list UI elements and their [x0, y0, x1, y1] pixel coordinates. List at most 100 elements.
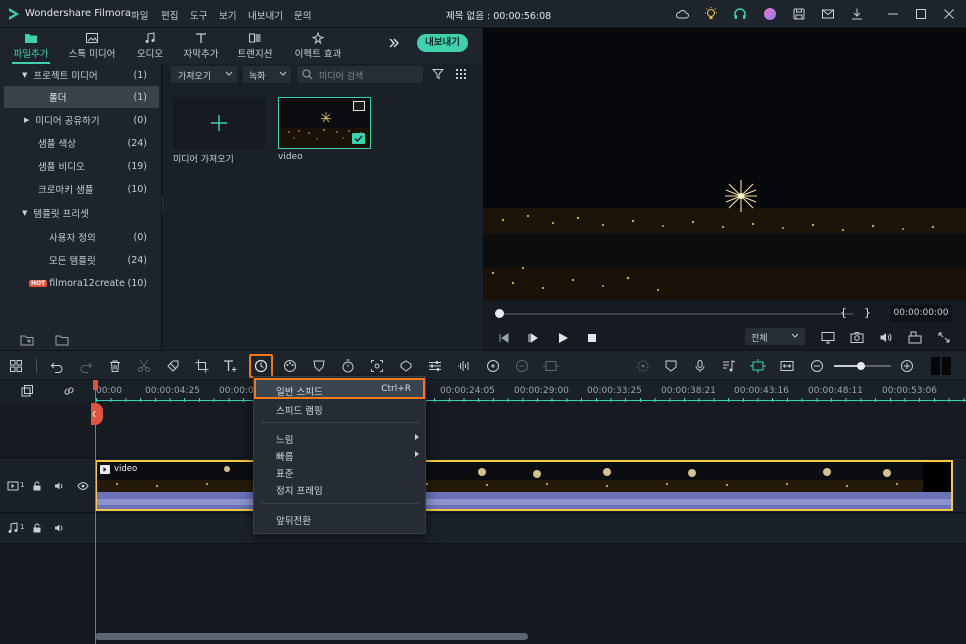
tab-effects[interactable]: 이펙트 효과: [290, 30, 346, 62]
volume-icon[interactable]: [879, 331, 893, 344]
playhead-marker[interactable]: [91, 403, 103, 425]
tab-transitions[interactable]: 트랜지션: [232, 30, 278, 62]
menu-item-freeze-frame[interactable]: 정지 프레임: [254, 480, 425, 498]
lock-icon[interactable]: [32, 481, 42, 491]
horizontal-scrollbar[interactable]: [95, 633, 528, 640]
fullscreen-icon[interactable]: [937, 331, 951, 344]
delete-trash-icon[interactable]: [106, 357, 124, 375]
folder-outline-icon[interactable]: [55, 334, 69, 346]
undo-icon[interactable]: [48, 357, 66, 375]
scissors-split-icon[interactable]: [135, 357, 153, 375]
menu-view[interactable]: 보기: [219, 8, 236, 22]
auto-reframe-icon[interactable]: [368, 357, 386, 375]
mail-icon[interactable]: [821, 7, 835, 21]
menu-item-uniform-speed[interactable]: 일반 스피드 Ctrl+R: [254, 378, 425, 399]
menu-item-speed-ramping[interactable]: 스피드 램핑: [254, 400, 425, 418]
sidebar-item-sample-video[interactable]: 샘플 비디오 (19): [4, 155, 159, 177]
text-edit-icon[interactable]: [222, 357, 240, 375]
avatar-icon[interactable]: [763, 7, 777, 21]
speaker-icon[interactable]: [54, 523, 64, 533]
save-icon[interactable]: [792, 7, 806, 21]
crop-icon[interactable]: [193, 357, 211, 375]
tab-titles[interactable]: 자막추가: [178, 30, 224, 62]
camera-snapshot-icon[interactable]: [850, 331, 864, 344]
play-step-icon[interactable]: [527, 332, 539, 344]
speaker-icon[interactable]: [54, 481, 64, 491]
menu-item-normal[interactable]: 표준: [254, 463, 425, 481]
zoom-in-icon[interactable]: [898, 357, 916, 375]
minimize-icon[interactable]: [886, 7, 900, 21]
sidebar-item-all-templates[interactable]: 모든 템플릿 (24): [4, 249, 159, 271]
link-icon[interactable]: [62, 384, 76, 398]
audio-waveform-icon[interactable]: [455, 357, 473, 375]
media-search-input[interactable]: 미디어 검색: [297, 66, 423, 83]
eye-icon[interactable]: [77, 481, 89, 491]
motion-tracking-icon[interactable]: [484, 357, 502, 375]
mark-in-button[interactable]: {: [840, 306, 847, 319]
tab-import[interactable]: 파일추가: [8, 30, 54, 62]
close-icon[interactable]: [942, 7, 956, 21]
import-media-tile[interactable]: [173, 97, 265, 149]
bulb-icon[interactable]: [704, 7, 718, 21]
tab-stock-media[interactable]: 스톡 미디어: [62, 30, 122, 62]
menu-item-fast[interactable]: 빠름: [254, 446, 425, 464]
tag-mask-icon[interactable]: [397, 357, 415, 375]
play-icon[interactable]: [557, 332, 569, 344]
tag-label-icon[interactable]: [164, 357, 182, 375]
prev-frame-icon[interactable]: [498, 332, 510, 344]
lock-icon[interactable]: [32, 523, 42, 533]
adjust-sliders-icon[interactable]: [426, 357, 444, 375]
menu-export[interactable]: 내보내기: [248, 8, 283, 22]
maximize-icon[interactable]: [914, 7, 928, 21]
color-palette-icon[interactable]: [281, 357, 299, 375]
grid-layout-icon[interactable]: [7, 357, 25, 375]
menu-file[interactable]: 파일: [131, 8, 148, 22]
menu-item-reverse[interactable]: 앞뒤전환: [254, 510, 425, 528]
snap-magnet-icon[interactable]: [749, 357, 767, 375]
microphone-icon[interactable]: [691, 357, 709, 375]
speed-clock-icon[interactable]: [252, 357, 270, 375]
sidebar-item-sample-colors[interactable]: 샘플 색상 (24): [4, 132, 159, 154]
headset-icon[interactable]: [733, 7, 747, 21]
menu-edit[interactable]: 편집: [161, 8, 178, 22]
ai-portrait-icon[interactable]: [310, 357, 328, 375]
grid-view-icon[interactable]: [455, 68, 467, 80]
sidebar-item-filmora12create[interactable]: HOT filmora12create (10): [4, 272, 159, 294]
sidebar-item-template-presets[interactable]: ▼ 템플릿 프리셋: [4, 202, 159, 224]
sidebar-item-folder[interactable]: 폴더 (1): [4, 86, 159, 108]
redo-icon[interactable]: [77, 357, 95, 375]
sidebar-item-custom[interactable]: 사용자 정의 (0): [4, 226, 159, 248]
playhead-head[interactable]: [93, 380, 98, 390]
tab-audio[interactable]: 오디오: [130, 30, 170, 62]
more-chevrons-icon[interactable]: [387, 36, 401, 50]
timeline-ruler[interactable]: 00:00 00:00:04:25 00:00:09 00:00:24:05 0…: [0, 380, 966, 402]
preview-progress-track[interactable]: [497, 313, 853, 315]
stop-icon[interactable]: [586, 332, 598, 344]
quality-dropdown[interactable]: 전체: [745, 328, 805, 345]
shield-marker-icon[interactable]: [662, 357, 680, 375]
add-track-icon[interactable]: [20, 384, 34, 398]
layout-icon[interactable]: [908, 331, 922, 344]
mark-out-button[interactable]: }: [864, 306, 871, 319]
export-button[interactable]: 내보내기: [417, 34, 468, 52]
sidebar-item-shared-media[interactable]: ▶ 미디어 공유하기 (0): [4, 109, 159, 131]
music-list-icon[interactable]: [720, 357, 738, 375]
zoom-slider-knob[interactable]: [857, 362, 865, 370]
menu-item-slow[interactable]: 느림: [254, 429, 425, 447]
sidebar-item-chroma-samples[interactable]: 크로마키 샘플 (10): [4, 178, 159, 200]
timer-icon[interactable]: [339, 357, 357, 375]
menu-tools[interactable]: 도구: [190, 8, 207, 22]
video-clip[interactable]: video: [95, 460, 953, 511]
sidebar-item-project-media[interactable]: ▼ 프로젝트 미디어 (1): [4, 64, 159, 86]
menu-help[interactable]: 문의: [294, 8, 311, 22]
monitor-icon[interactable]: [821, 331, 835, 344]
preview-progress-knob[interactable]: [495, 309, 504, 318]
speech-to-text-icon[interactable]: [513, 357, 531, 375]
import-dropdown[interactable]: 가져오기: [171, 66, 237, 83]
cloud-icon[interactable]: [675, 7, 689, 21]
frame-export-icon[interactable]: [542, 357, 560, 375]
fit-timeline-icon[interactable]: [778, 357, 796, 375]
download-icon[interactable]: [850, 7, 864, 21]
render-icon[interactable]: [634, 357, 652, 375]
new-folder-icon[interactable]: [20, 334, 34, 346]
